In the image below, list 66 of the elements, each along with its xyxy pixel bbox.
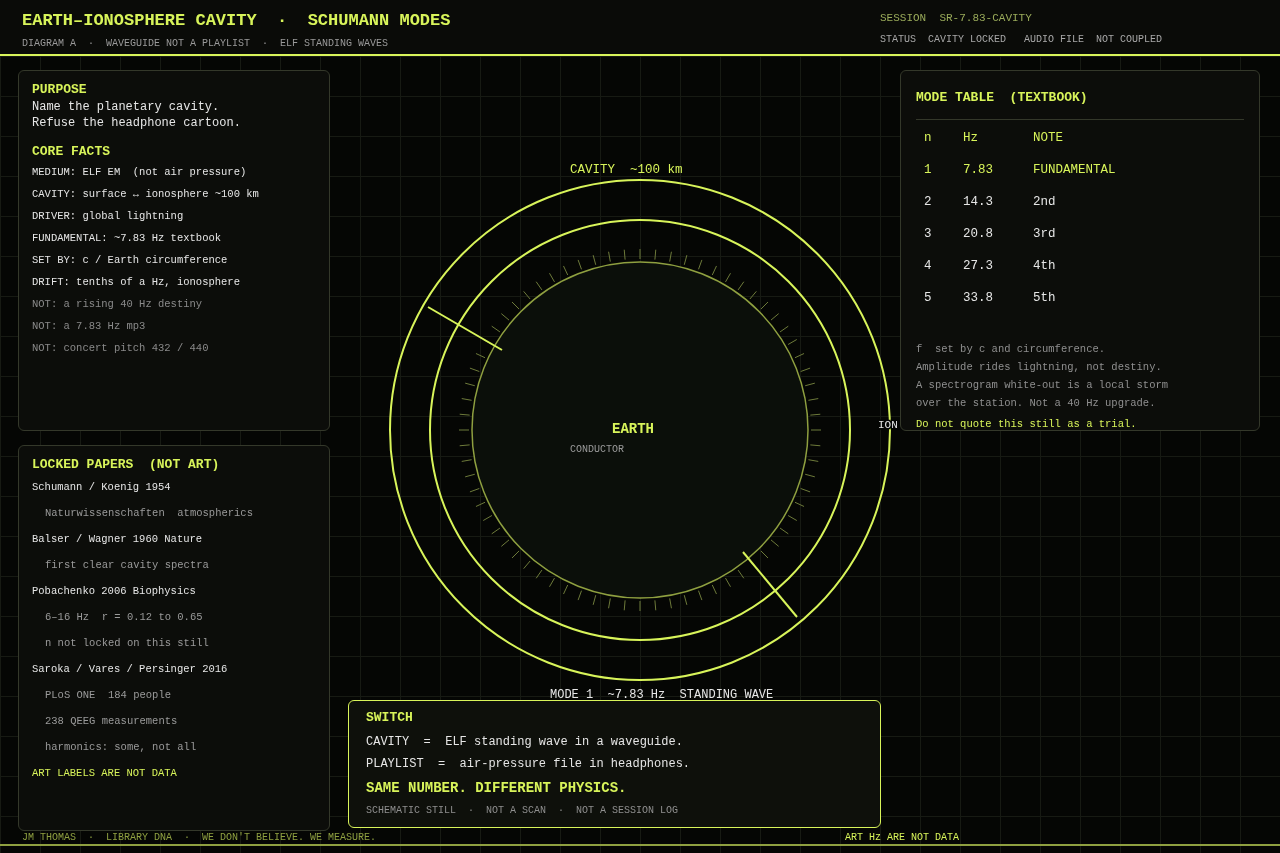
- warning-label: ART LABELS ARE NOT DATA: [32, 766, 178, 781]
- paper-citation: Balser / Wagner 1960 Nature: [32, 532, 204, 547]
- paper-detail: 238 QEEG measurements: [44, 714, 179, 729]
- footer-credit: JM THOMAS · LIBRARY DNA · WE DON'T BELIEVE. WE MEASURE.: [22, 832, 377, 844]
- table-note: f set by c and circumference.: [916, 342, 1107, 357]
- section-heading: PURPOSE: [32, 81, 88, 99]
- table-cell-text: 2nd: [1033, 193, 1057, 211]
- table-cell-text: 5th: [1033, 289, 1057, 307]
- negation-line: NOT: a rising 40 Hz destiny: [32, 297, 204, 312]
- page-title: EARTH–IONOSPHERE CAVITY · SCHUMANN MODES: [22, 10, 451, 32]
- table-cell-text: 4th: [1033, 257, 1057, 275]
- paper-detail: Naturwissenschaften atmospherics: [44, 506, 254, 521]
- table-cell: 3: [916, 218, 963, 250]
- fact-line: DRIVER: global lightning: [32, 209, 185, 224]
- table-cell-text: 7.83: [963, 161, 994, 179]
- warning-note: Do not quote this still as a trial.: [916, 417, 1138, 432]
- paper-detail: PLoS ONE 184 people: [44, 688, 173, 703]
- table-cell-text: FUNDAMENTAL: [1033, 161, 1117, 179]
- fact-line: CAVITY: surface ↔ ionosphere ~100 km: [32, 187, 260, 202]
- table-note: A spectrogram white-out is a local storm: [916, 378, 1170, 393]
- earth-sublabel: CONDUCTOR: [570, 444, 624, 455]
- paper-citation: Schumann / Koenig 1954: [32, 480, 172, 495]
- session-label: SESSION SR-7.83-CAVITY: [880, 11, 1033, 26]
- status-label: STATUS CAVITY LOCKED AUDIO FILE NOT COUPLED: [880, 33, 1164, 47]
- marker-line: [742, 551, 798, 618]
- table-cell: 5: [916, 282, 963, 314]
- section-heading: SWITCH: [366, 709, 414, 727]
- column-header: NOTE: [1033, 129, 1064, 147]
- table-cell-text: 3rd: [1033, 225, 1057, 243]
- fact-line: SET BY: c / Earth circumference: [32, 253, 229, 268]
- comparison-line: PLAYLIST = air-pressure file in headphones.: [366, 756, 692, 773]
- negation-line: NOT: concert pitch 432 / 440: [32, 341, 210, 356]
- table-note: Amplitude rides lightning, not destiny.: [916, 360, 1163, 375]
- paper-citation: Pobachenko 2006 Biophysics: [32, 584, 197, 599]
- table-cell: 1: [916, 154, 963, 186]
- table-cell: 4: [916, 250, 963, 282]
- mode-label: MODE 1 ~7.83 Hz STANDING WAVE: [550, 688, 774, 702]
- purpose-line: Name the planetary cavity.: [32, 99, 221, 115]
- paper-citation: Saroka / Vares / Persinger 2016: [32, 662, 229, 677]
- page-subtitle: DIAGRAM A · WAVEGUIDE NOT A PLAYLIST · ELF STANDING WAVES: [22, 37, 390, 51]
- paper-detail: harmonics: some, not all: [44, 740, 198, 755]
- tagline: SAME NUMBER. DIFFERENT PHYSICS.: [366, 779, 628, 798]
- comparison-line: CAVITY = ELF standing wave in a waveguide.: [366, 734, 684, 751]
- paper-detail: 6–16 Hz r = 0.12 to 0.65: [44, 610, 204, 625]
- footer-disclaimer: ART Hz ARE NOT DATA: [845, 832, 960, 844]
- column-header: n: [916, 122, 963, 154]
- column-header: Hz: [963, 122, 1033, 154]
- section-heading: LOCKED PAPERS (NOT ART): [32, 456, 221, 474]
- paper-detail: n not locked on this still: [44, 636, 210, 651]
- footnote: SCHEMATIC STILL · NOT A SCAN · NOT A SESSION LOG: [366, 804, 680, 818]
- table-note: over the station. Not a 40 Hz upgrade.: [916, 396, 1157, 411]
- fact-line: FUNDAMENTAL: ~7.83 Hz textbook: [32, 231, 223, 246]
- fact-line: MEDIUM: ELF EM (not air pressure): [32, 165, 248, 180]
- table-cell: 2: [916, 186, 963, 218]
- cavity-label: CAVITY ~100 km: [570, 163, 683, 177]
- negation-line: NOT: a 7.83 Hz mp3: [32, 319, 147, 334]
- table-title: MODE TABLE (TEXTBOOK): [916, 79, 1244, 120]
- earth-label: EARTH: [612, 421, 654, 437]
- fact-line: DRIFT: tenths of a Hz, ionosphere: [32, 275, 241, 290]
- paper-detail: first clear cavity spectra: [44, 558, 210, 573]
- purpose-line: Refuse the headphone cartoon.: [32, 115, 242, 131]
- table-cell: 33.8: [963, 282, 1033, 314]
- table-cell: 20.8: [963, 218, 1033, 250]
- table-cell: 27.3: [963, 250, 1033, 282]
- table-cell: 14.3: [963, 186, 1033, 218]
- section-heading: CORE FACTS: [32, 143, 111, 161]
